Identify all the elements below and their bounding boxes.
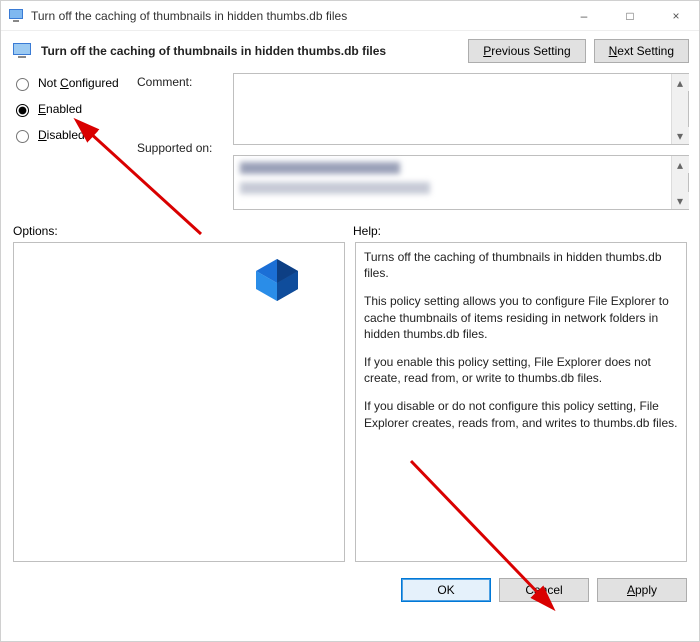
help-pane: Turns off the caching of thumbnails in h… bbox=[355, 242, 687, 562]
geometric-logo-icon bbox=[254, 257, 300, 303]
apply-button[interactable]: Apply bbox=[597, 578, 687, 602]
titlebar: Turn off the caching of thumbnails in hi… bbox=[1, 1, 699, 31]
radio-enabled[interactable]: Enabled bbox=[11, 101, 131, 117]
help-paragraph: Turns off the caching of thumbnails in h… bbox=[364, 249, 678, 281]
options-pane bbox=[13, 242, 345, 562]
chevron-down-icon[interactable]: ▾ bbox=[672, 192, 689, 209]
header: Turn off the caching of thumbnails in hi… bbox=[1, 31, 699, 67]
supported-on-label: Supported on: bbox=[137, 141, 212, 155]
ok-button[interactable]: OK bbox=[401, 578, 491, 602]
dialog-footer: OK Cancel Apply bbox=[1, 570, 699, 612]
help-paragraph: If you disable or do not configure this … bbox=[364, 398, 678, 430]
help-paragraph: If you enable this policy setting, File … bbox=[364, 354, 678, 386]
comment-textbox[interactable]: ▴ ▾ bbox=[233, 73, 689, 145]
next-setting-button[interactable]: Next Setting bbox=[594, 39, 689, 63]
help-paragraph: This policy setting allows you to config… bbox=[364, 293, 678, 342]
policy-icon bbox=[7, 7, 25, 25]
chevron-up-icon[interactable]: ▴ bbox=[672, 74, 689, 91]
supported-on-box: ▴ ▾ bbox=[233, 155, 689, 210]
options-label: Options: bbox=[13, 224, 353, 238]
policy-large-icon bbox=[11, 40, 33, 62]
supported-scrollbar[interactable]: ▴ ▾ bbox=[671, 156, 688, 209]
state-radio-group: Not Configured Enabled Disabled bbox=[11, 73, 131, 210]
close-button[interactable]: × bbox=[653, 1, 699, 31]
radio-disabled[interactable]: Disabled bbox=[11, 127, 131, 143]
policy-title: Turn off the caching of thumbnails in hi… bbox=[41, 44, 468, 58]
maximize-button[interactable]: □ bbox=[607, 1, 653, 31]
chevron-down-icon[interactable]: ▾ bbox=[672, 127, 689, 144]
window-title: Turn off the caching of thumbnails in hi… bbox=[31, 9, 561, 23]
comment-label: Comment: bbox=[137, 75, 192, 89]
help-label: Help: bbox=[353, 224, 381, 238]
chevron-up-icon[interactable]: ▴ bbox=[672, 156, 689, 173]
cancel-button[interactable]: Cancel bbox=[499, 578, 589, 602]
previous-setting-button[interactable]: Previous Setting bbox=[468, 39, 585, 63]
policy-editor-window: Turn off the caching of thumbnails in hi… bbox=[0, 0, 700, 642]
minimize-button[interactable]: – bbox=[561, 1, 607, 31]
radio-not-configured[interactable]: Not Configured bbox=[11, 75, 131, 91]
comment-scrollbar[interactable]: ▴ ▾ bbox=[671, 74, 688, 144]
